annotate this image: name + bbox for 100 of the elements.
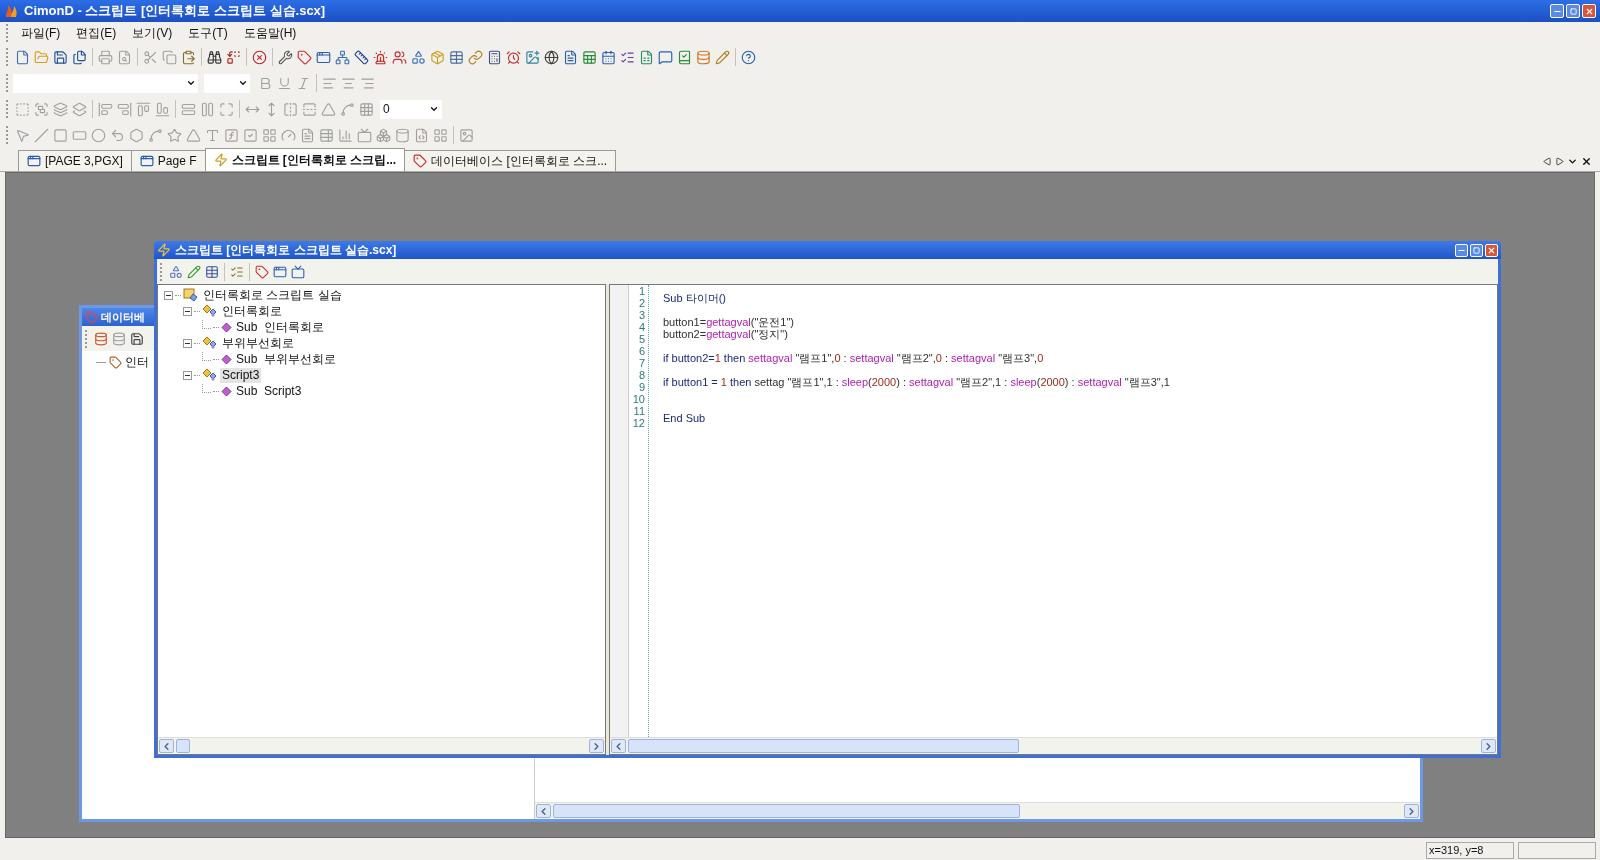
expand-toggle[interactable] [164,290,173,300]
binoculars-icon[interactable] [207,49,222,65]
scroll-thumb[interactable] [628,739,1020,753]
boxes-icon[interactable] [376,127,391,143]
window-icon[interactable] [273,264,287,279]
align-icon[interactable] [155,101,170,117]
tag-icon[interactable] [255,264,269,279]
wrench-icon[interactable] [278,49,293,65]
document-tab[interactable]: Page F [130,150,206,171]
layers-icon[interactable] [53,101,68,117]
users-icon[interactable] [392,49,407,65]
save-icon[interactable] [53,49,68,65]
replace-icon[interactable] [226,49,241,65]
calculator-icon[interactable] [487,49,502,65]
scroll-thumb[interactable] [176,739,190,753]
cylinder-icon[interactable] [395,127,410,143]
scroll-left-button[interactable] [611,739,626,753]
select-icon[interactable] [15,101,30,117]
align-icon[interactable] [117,101,132,117]
tree-item[interactable]: Script3 [220,367,262,383]
bar-chart-icon[interactable] [338,127,353,143]
documents-icon[interactable] [72,49,87,65]
lamp-icon[interactable] [373,49,388,65]
menu-item[interactable]: 편집(E) [68,24,125,42]
grid-icon[interactable] [359,101,374,117]
tree-item[interactable]: Sub 인터록회로 [234,319,327,335]
clock-icon[interactable] [506,49,521,65]
scroll-right-button[interactable] [1404,804,1419,818]
tree-item[interactable]: 인터록회로 [220,303,284,319]
zoom-field[interactable]: 0 [380,99,442,119]
stretch-icon[interactable] [200,101,215,117]
menu-item[interactable]: 도구(T) [180,24,236,42]
monitor-icon[interactable] [291,264,305,279]
scroll-right-icon[interactable] [1555,157,1564,166]
gauge-icon[interactable] [281,127,296,143]
database-icon[interactable] [696,49,711,65]
globe-icon[interactable] [544,49,559,65]
dropdown-icon[interactable] [1567,156,1578,167]
image-icon[interactable] [525,49,540,65]
scroll-left-button[interactable] [536,804,551,818]
align-center-icon[interactable] [341,75,356,91]
link-icon[interactable] [468,49,483,65]
ruler-icon[interactable] [354,49,369,65]
scroll-left-button[interactable] [159,739,174,753]
database-icon[interactable] [94,331,108,346]
menu-item[interactable]: 도움말(H) [235,24,305,42]
maximize-button[interactable] [1470,243,1483,257]
grid-icon[interactable] [433,127,448,143]
flip-icon[interactable] [283,101,298,117]
close-button[interactable] [1485,243,1498,257]
sheet-icon[interactable] [582,49,597,65]
underline-icon[interactable] [277,75,292,91]
triangle-icon[interactable] [321,101,336,117]
message-icon[interactable] [658,49,673,65]
horizontal-scrollbar[interactable] [158,737,605,754]
align-left-icon[interactable] [322,75,337,91]
horizontal-scrollbar[interactable] [610,737,1497,754]
flip-icon[interactable] [302,101,317,117]
tree-item[interactable]: 부위부선회로 [220,335,296,351]
spreadsheet-icon[interactable] [639,49,654,65]
expand-toggle[interactable] [183,370,192,380]
image-icon[interactable] [459,127,474,143]
curve-icon[interactable] [148,127,163,143]
expand-toggle[interactable] [183,306,192,316]
preview-icon[interactable] [117,49,132,65]
shapes-icon[interactable] [411,49,426,65]
document-tab[interactable]: 스크립트 [인터록회로 스크립... [204,148,406,171]
table-icon[interactable] [205,264,219,279]
group-icon[interactable] [34,101,49,117]
scroll-right-button[interactable] [1481,739,1496,753]
expand-toggle[interactable] [183,338,192,348]
delete-icon[interactable] [252,49,267,65]
spline-icon[interactable] [340,101,355,117]
function-icon[interactable] [224,127,239,143]
document-tab[interactable]: [PAGE 3,PGX] [18,150,132,171]
file-icon[interactable] [414,127,429,143]
rectangle-icon[interactable] [53,127,68,143]
maximize-button[interactable] [1566,4,1580,18]
document-tab[interactable]: 데이터베이스 [인터록회로 스크... [404,150,617,171]
font-size-field[interactable] [204,73,250,93]
table-icon[interactable] [319,127,334,143]
network-icon[interactable] [335,49,350,65]
calendar-icon[interactable] [601,49,616,65]
circle-icon[interactable] [91,127,106,143]
arc-icon[interactable] [110,127,125,143]
minimize-button[interactable] [1550,4,1564,18]
pointer-icon[interactable] [15,127,30,143]
shapes-icon[interactable] [169,264,183,279]
table-icon[interactable] [449,49,464,65]
help-icon[interactable] [741,49,756,65]
layers-icon[interactable] [72,101,87,117]
tag-icon[interactable] [297,49,312,65]
minimize-button[interactable] [1455,243,1468,257]
document-icon[interactable] [15,49,30,65]
font-field[interactable] [13,73,198,93]
polygon-icon[interactable] [129,127,144,143]
tree-item[interactable]: 인터 [125,353,149,371]
align-right-icon[interactable] [360,75,375,91]
window-icon[interactable] [316,49,331,65]
printer-icon[interactable] [98,49,113,65]
